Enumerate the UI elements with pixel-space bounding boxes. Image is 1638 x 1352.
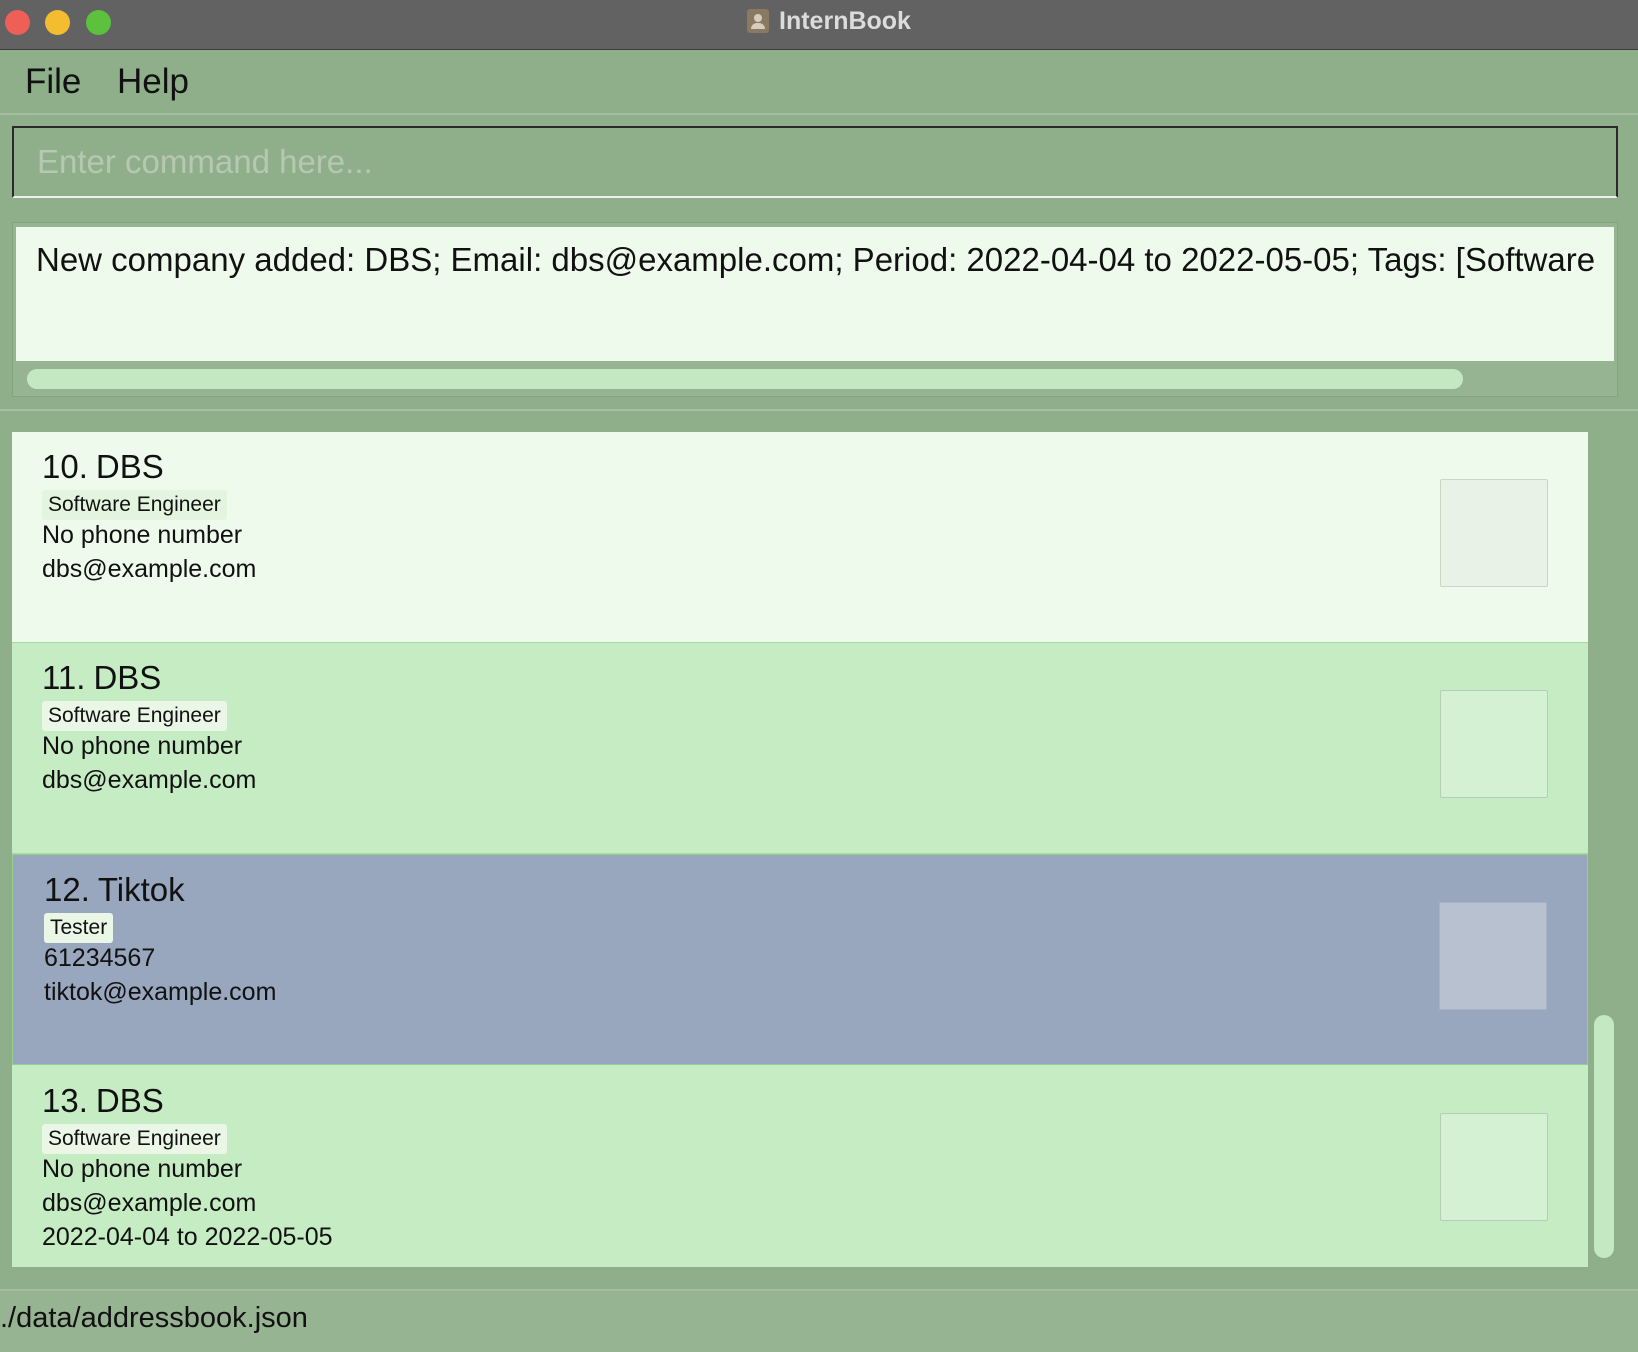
company-email: dbs@example.com	[42, 766, 257, 794]
company-index: 13.	[42, 1082, 88, 1119]
company-tag: Tester	[44, 913, 114, 943]
company-tag: Software Engineer	[42, 490, 227, 520]
command-input[interactable]	[14, 128, 1616, 196]
menu-bar: File Help	[0, 50, 1638, 115]
title-bar: InternBook	[0, 0, 1638, 50]
window-title: InternBook	[779, 6, 911, 35]
command-box	[12, 126, 1618, 198]
company-index: 11.	[42, 659, 86, 696]
company-email: dbs@example.com	[42, 555, 257, 583]
status-bar: ./data/addressbook.json	[0, 1291, 1638, 1352]
company-name: DBS	[95, 448, 164, 485]
company-phone: No phone number	[42, 1155, 243, 1183]
company-image-placeholder	[1440, 690, 1548, 798]
company-phone: No phone number	[42, 521, 243, 549]
company-tag: Software Engineer	[42, 701, 227, 731]
company-image-placeholder	[1440, 1113, 1548, 1221]
company-email: dbs@example.com	[42, 1189, 257, 1217]
result-display: New company added: DBS; Email: dbs@examp…	[12, 222, 1618, 397]
company-name: DBS	[93, 659, 162, 696]
save-location-path: ./data/addressbook.json	[0, 1302, 308, 1334]
company-phone: 61234567	[44, 944, 156, 972]
company-index: 10.	[42, 448, 88, 485]
menu-help[interactable]: Help	[117, 60, 189, 104]
company-title: 10. DBS	[42, 448, 164, 486]
address-book-icon	[747, 9, 770, 33]
company-card[interactable]: 13. DBS Software Engineer No phone number…	[12, 1066, 1588, 1267]
company-name: DBS	[95, 1082, 164, 1119]
window-title-group: InternBook	[0, 0, 1638, 42]
company-title: 11. DBS	[42, 659, 161, 697]
result-message: New company added: DBS; Email: dbs@examp…	[36, 241, 1596, 278]
result-text-area[interactable]: New company added: DBS; Email: dbs@examp…	[16, 227, 1614, 361]
company-image-placeholder	[1439, 902, 1547, 1010]
company-tag: Software Engineer	[42, 1124, 227, 1154]
company-index: 12.	[44, 871, 90, 908]
company-phone: No phone number	[42, 732, 243, 760]
company-title: 13. DBS	[42, 1082, 164, 1120]
company-period: 2022-04-04 to 2022-05-05	[42, 1223, 333, 1251]
menu-file[interactable]: File	[25, 60, 81, 104]
company-email: tiktok@example.com	[44, 978, 277, 1006]
company-name: Tiktok	[97, 871, 185, 908]
company-title: 12. Tiktok	[44, 871, 185, 909]
company-list: 10. DBS Software Engineer No phone number…	[12, 432, 1588, 1267]
company-image-placeholder	[1440, 479, 1548, 587]
result-horizontal-scrollbar[interactable]	[27, 369, 1463, 389]
company-card-selected[interactable]: 12. Tiktok Tester 61234567 tiktok@example…	[12, 854, 1588, 1065]
company-card[interactable]: 10. DBS Software Engineer No phone number…	[12, 432, 1588, 643]
company-list-vertical-scrollbar[interactable]	[1594, 1015, 1614, 1258]
company-card[interactable]: 11. DBS Software Engineer No phone number…	[12, 643, 1588, 854]
divider	[0, 409, 1638, 411]
